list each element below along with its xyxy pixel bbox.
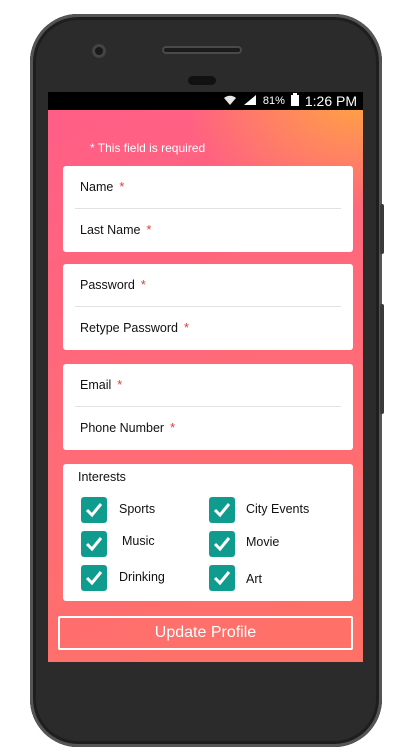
- retype-password-field[interactable]: Retype Password *: [75, 306, 341, 349]
- status-bar: 81% 1:26 PM: [48, 92, 363, 110]
- sports-label: Sports: [119, 502, 156, 516]
- clock: 1:26 PM: [304, 93, 357, 109]
- required-star: *: [140, 278, 146, 292]
- city-events-checkbox[interactable]: [209, 497, 235, 523]
- battery-percent: 81%: [262, 95, 285, 107]
- movie-checkbox[interactable]: [209, 531, 235, 557]
- required-star: *: [183, 321, 189, 335]
- wifi-icon: [223, 93, 237, 109]
- checkmark-icon: [213, 537, 231, 552]
- last-name-label: Last Name: [80, 223, 141, 237]
- checkmark-icon: [85, 537, 103, 552]
- phone-number-field[interactable]: Phone Number *: [75, 406, 341, 449]
- required-star: *: [170, 421, 175, 435]
- city-events-label: City Events: [246, 502, 310, 516]
- last-name-field[interactable]: Last Name *: [75, 208, 341, 251]
- update-profile-button[interactable]: Update Profile: [58, 616, 353, 650]
- phone-number-label: Phone Number: [80, 421, 165, 435]
- art-checkbox[interactable]: [209, 565, 235, 591]
- interests-card: Interests Sports City Events Music Movie…: [63, 464, 353, 601]
- required-star: *: [119, 180, 125, 194]
- checkmark-icon: [85, 503, 103, 518]
- sports-checkbox[interactable]: [81, 497, 107, 523]
- front-camera: [92, 44, 106, 58]
- signal-icon: [243, 93, 257, 109]
- music-checkbox[interactable]: [81, 531, 107, 557]
- interests-title: Interests: [78, 470, 126, 484]
- checkmark-icon: [85, 571, 103, 586]
- drinking-checkbox[interactable]: [81, 565, 107, 591]
- required-star: *: [117, 378, 123, 392]
- art-label: Art: [246, 572, 262, 586]
- name-field[interactable]: Name *: [63, 166, 353, 208]
- battery-icon: [290, 93, 299, 109]
- checkmark-icon: [213, 503, 231, 518]
- retype-password-label: Retype Password: [80, 321, 178, 335]
- proximity-sensor: [188, 76, 216, 85]
- volume-button: [380, 304, 384, 414]
- password-label: Password: [80, 278, 135, 292]
- drinking-label: Drinking: [119, 570, 165, 584]
- power-button: [380, 204, 384, 254]
- movie-label: Movie: [246, 535, 280, 549]
- required-star: *: [146, 223, 152, 237]
- screen: 81% 1:26 PM * This field is required Nam…: [48, 92, 363, 662]
- email-field[interactable]: Email *: [63, 364, 353, 406]
- earpiece-speaker: [162, 46, 242, 54]
- contact-card: Email * Phone Number *: [63, 364, 353, 450]
- music-label: Music: [122, 534, 155, 548]
- checkmark-icon: [213, 571, 231, 586]
- required-note: * This field is required: [90, 141, 206, 155]
- name-label: Name: [80, 180, 114, 194]
- password-card: Password * Retype Password *: [63, 264, 353, 350]
- email-label: Email: [80, 378, 112, 392]
- password-field[interactable]: Password *: [63, 264, 353, 306]
- name-card: Name * Last Name *: [63, 166, 353, 252]
